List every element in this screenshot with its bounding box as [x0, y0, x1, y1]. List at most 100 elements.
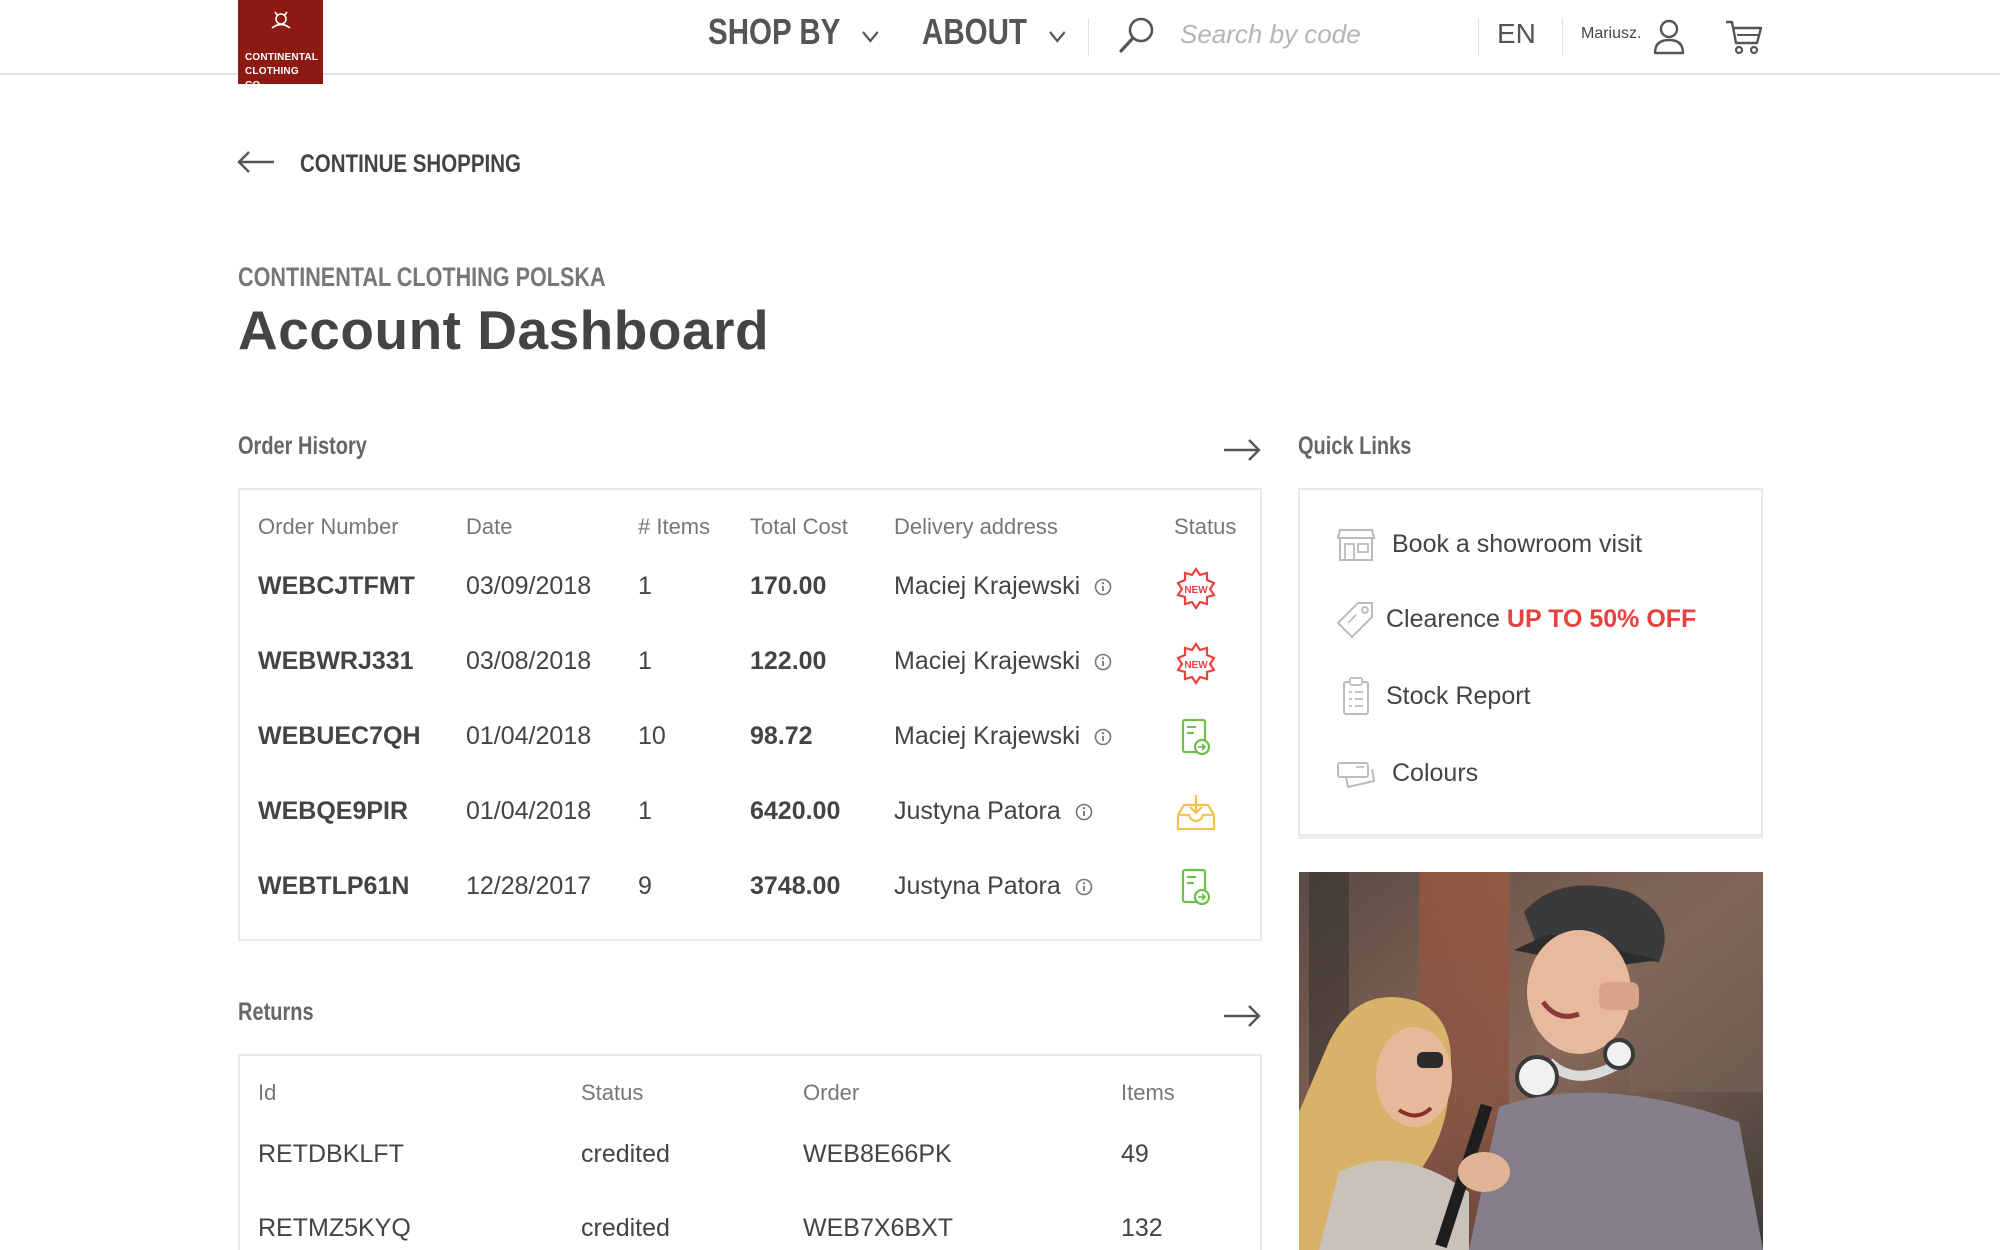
order-number[interactable]: WEBTLP61N — [258, 872, 409, 901]
table-row[interactable]: WEBWRJ331 03/08/2018 1 122.00 Maciej Kra… — [240, 627, 1260, 701]
column-header: Id — [258, 1080, 277, 1105]
delivery-address: Justyna Patora — [894, 872, 1093, 901]
delivery-address: Maciej Krajewski — [894, 572, 1112, 601]
column-header: Status — [1174, 514, 1237, 539]
top-header: CONTINENTAL CLOTHING CO. SHOP BY ABOUT E… — [0, 0, 2000, 91]
info-icon[interactable] — [1075, 878, 1093, 896]
quick-link-stock-report[interactable]: Stock Report — [1336, 674, 1531, 718]
language-divider — [1562, 18, 1563, 56]
company-name: CONTINENTAL CLOTHING POLSKA — [238, 262, 606, 292]
order-number[interactable]: WEBCJTFMT — [258, 572, 415, 601]
order-items: 1 — [638, 572, 652, 600]
order-number[interactable]: WEBWRJ331 — [258, 647, 414, 676]
table-row[interactable]: WEBUEC7QH 01/04/2018 10 98.72 Maciej Kra… — [240, 702, 1260, 776]
column-header: Order Number — [258, 514, 399, 539]
return-items: 132 — [1121, 1214, 1163, 1242]
order-history-table: Order Number Date # Items Total Cost Del… — [238, 488, 1262, 941]
invoice-sent-icon — [1174, 866, 1218, 910]
order-items: 10 — [638, 722, 666, 750]
order-date: 01/04/2018 — [466, 797, 592, 825]
inbox-download-icon — [1174, 791, 1218, 835]
cart-icon[interactable] — [1724, 17, 1764, 62]
info-icon[interactable] — [1075, 803, 1093, 821]
order-date: 01/04/2018 — [466, 722, 592, 750]
delivery-address-name: Justyna Patora — [894, 872, 1061, 900]
search-input[interactable] — [1180, 14, 1450, 54]
table-row[interactable]: WEBQE9PIR 01/04/2018 1 6420.00 Justyna P… — [240, 777, 1260, 851]
quick-link-label: Clearence UP TO 50% OFF — [1386, 605, 1696, 634]
logo-text: CONTINENTAL CLOTHING CO. — [245, 51, 319, 93]
column-header: Order — [803, 1080, 860, 1105]
return-status: credited — [581, 1214, 670, 1242]
nav-divider — [1088, 18, 1089, 56]
user-name[interactable]: Mariusz. — [1581, 25, 1641, 43]
delivery-address-name: Maciej Krajewski — [894, 722, 1081, 750]
logo-text-line1: CONTINENTAL — [245, 52, 319, 63]
table-row[interactable]: WEBTLP61N 12/28/2017 9 3748.00 Justyna P… — [240, 852, 1260, 926]
order-date: 12/28/2017 — [466, 872, 592, 900]
clipboard-icon — [1336, 676, 1376, 716]
order-items: 1 — [638, 647, 652, 675]
order-history-arrow-icon[interactable] — [1222, 438, 1262, 467]
promo-photo[interactable] — [1299, 872, 1763, 1250]
page-title: Account Dashboard — [238, 299, 770, 361]
price-tag-icon — [1336, 599, 1376, 639]
info-icon[interactable] — [1094, 653, 1112, 671]
table-row[interactable]: RETDBKLFT credited WEB8E66PK 49 — [240, 1118, 1260, 1192]
quick-link-label: Stock Report — [1386, 681, 1531, 710]
return-status: credited — [581, 1140, 670, 1168]
order-items: 9 — [638, 872, 652, 900]
info-icon[interactable] — [1094, 728, 1112, 746]
delivery-address-name: Maciej Krajewski — [894, 572, 1081, 600]
order-number[interactable]: WEBUEC7QH — [258, 722, 421, 751]
search-icon[interactable] — [1116, 14, 1158, 61]
swatches-icon — [1336, 753, 1376, 793]
return-order[interactable]: WEB8E66PK — [803, 1140, 952, 1169]
order-total: 3748.00 — [750, 872, 841, 900]
column-header: Delivery address — [894, 514, 1058, 539]
logo-emblem-icon — [238, 8, 323, 39]
quick-link-clearance[interactable]: Clearence UP TO 50% OFF — [1336, 597, 1696, 641]
return-order[interactable]: WEB7X6BXT — [803, 1214, 953, 1243]
brand-logo[interactable]: CONTINENTAL CLOTHING CO. — [238, 0, 323, 91]
delivery-address: Maciej Krajewski — [894, 722, 1112, 751]
svg-text:NEW: NEW — [1184, 585, 1208, 596]
continue-shopping-link[interactable]: CONTINUE SHOPPING — [236, 150, 569, 179]
column-header: # Items — [638, 514, 711, 539]
order-total: 170.00 — [750, 572, 827, 600]
order-number[interactable]: WEBQE9PIR — [258, 797, 408, 826]
invoice-sent-icon — [1174, 716, 1218, 760]
order-total: 6420.00 — [750, 797, 841, 825]
quick-link-showroom[interactable]: Book a showroom visit — [1336, 522, 1642, 566]
returns-arrow-icon[interactable] — [1222, 1004, 1262, 1033]
nav-about[interactable]: ABOUT — [922, 10, 1066, 54]
chevron-down-icon — [862, 11, 880, 53]
nav-about-label: ABOUT — [922, 11, 1027, 52]
logo-text-line2: CLOTHING CO. — [245, 66, 299, 91]
table-row[interactable]: RETMZ5KYQ credited WEB7X6BXT 132 — [240, 1192, 1260, 1250]
continue-shopping-label: CONTINUE SHOPPING — [300, 150, 521, 178]
order-date: 03/09/2018 — [466, 572, 592, 600]
language-selector[interactable]: EN — [1497, 18, 1536, 50]
order-date: 03/08/2018 — [466, 647, 592, 675]
info-icon[interactable] — [1094, 578, 1112, 596]
chevron-down-icon — [1048, 11, 1066, 53]
svg-text:NEW: NEW — [1184, 660, 1208, 671]
order-history-title: Order History — [238, 432, 367, 460]
delivery-address-name: Justyna Patora — [894, 797, 1061, 825]
nav-shop-by-label: SHOP BY — [708, 11, 841, 52]
quick-links-title: Quick Links — [1298, 432, 1412, 460]
return-id[interactable]: RETDBKLFT — [258, 1140, 404, 1169]
order-total: 98.72 — [750, 722, 813, 750]
column-header: Date — [466, 514, 513, 539]
search-divider — [1478, 18, 1479, 56]
new-badge-icon: NEW — [1174, 566, 1218, 610]
quick-link-colours[interactable]: Colours — [1336, 751, 1478, 795]
delivery-address: Maciej Krajewski — [894, 647, 1112, 676]
table-row[interactable]: WEBCJTFMT 03/09/2018 1 170.00 Maciej Kra… — [240, 552, 1260, 626]
return-id[interactable]: RETMZ5KYQ — [258, 1214, 411, 1243]
user-icon[interactable] — [1653, 19, 1685, 60]
returns-title: Returns — [238, 998, 314, 1026]
nav-shop-by[interactable]: SHOP BY — [708, 10, 880, 54]
arrow-left-icon — [236, 150, 276, 179]
